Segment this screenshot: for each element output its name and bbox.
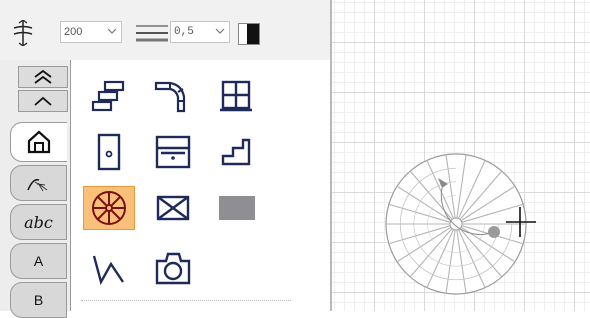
- tab-text[interactable]: abc: [10, 204, 67, 240]
- scroll-up-button[interactable]: [18, 90, 68, 112]
- toolbar: 200 0,5: [0, 0, 330, 61]
- grid-divider: [81, 300, 291, 301]
- tool-polyline[interactable]: [83, 246, 135, 290]
- cabinet-icon: [152, 133, 194, 171]
- stairs-icon: [217, 134, 257, 170]
- spiral-staircase-drawing[interactable]: [332, 0, 590, 311]
- tab-b[interactable]: B: [10, 282, 67, 318]
- chevron-down-icon: [214, 24, 226, 38]
- tab-landscape[interactable]: [10, 165, 67, 201]
- drawing-canvas[interactable]: [332, 0, 590, 311]
- tab-b-label: B: [33, 292, 44, 308]
- chevron-down-icon: [106, 24, 118, 38]
- tool-gray-rectangle[interactable]: [211, 186, 263, 230]
- tab-text-label: abc: [24, 212, 53, 232]
- tool-cabinet[interactable]: [147, 130, 199, 174]
- stroke-color-button[interactable]: [238, 23, 260, 45]
- category-tabs: abc A B: [0, 60, 70, 318]
- tool-camera[interactable]: [147, 246, 199, 290]
- line-width-select[interactable]: 0,5: [170, 21, 230, 43]
- tool-panel: 200 0,5 abc A B: [0, 0, 332, 318]
- curved-wall-icon: [152, 77, 194, 115]
- landscape-icon: [25, 172, 53, 194]
- tool-curved-wall[interactable]: [147, 74, 199, 118]
- tool-stairs[interactable]: [211, 130, 263, 174]
- line-width-icon: [135, 24, 169, 42]
- gray-rectangle-icon: [215, 193, 259, 223]
- camera-icon: [152, 249, 194, 287]
- tab-a-label: A: [33, 253, 44, 269]
- line-width-value: 0,5: [174, 26, 194, 38]
- tool-grid: [70, 60, 330, 311]
- tool-box-cross[interactable]: [147, 186, 199, 230]
- house-icon: [26, 129, 52, 155]
- double-chevron-up-icon: [31, 68, 55, 86]
- wall-icon: [89, 78, 129, 114]
- tab-building[interactable]: [10, 122, 67, 162]
- tool-window[interactable]: [211, 74, 263, 118]
- door-icon: [89, 132, 129, 172]
- height-select[interactable]: 200: [60, 21, 122, 43]
- tab-a[interactable]: A: [10, 243, 67, 279]
- polyline-icon: [89, 250, 129, 286]
- spiral-staircase-icon: [89, 188, 129, 228]
- scroll-top-button[interactable]: [18, 66, 68, 88]
- chevron-up-icon: [31, 93, 55, 109]
- tool-door[interactable]: [83, 130, 135, 174]
- box-cross-icon: [152, 191, 194, 225]
- height-icon: [12, 20, 34, 46]
- height-value: 200: [64, 26, 83, 38]
- window-icon: [217, 78, 257, 114]
- tool-spiral-staircase[interactable]: [83, 186, 135, 230]
- tool-wall[interactable]: [83, 74, 135, 118]
